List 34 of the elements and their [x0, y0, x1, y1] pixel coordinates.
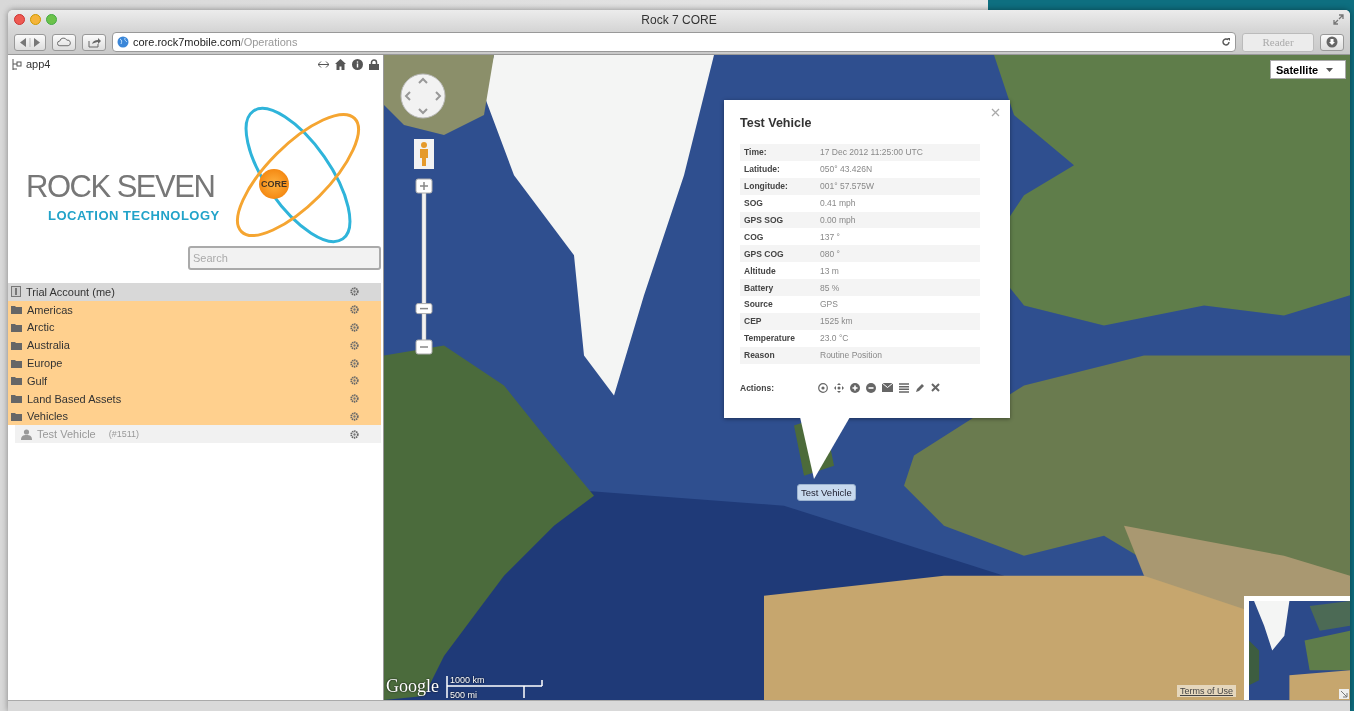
globe-icon [117, 36, 129, 48]
folder-icon [11, 305, 22, 315]
back-forward-icon [19, 37, 41, 47]
tree-item[interactable]: Australia [8, 336, 381, 355]
folder-icon [11, 323, 22, 332]
cloud-button[interactable] [52, 33, 76, 51]
downloads-button[interactable] [1320, 33, 1344, 51]
person-icon [21, 428, 32, 440]
resize-arrow-icon[interactable] [318, 60, 329, 68]
folder-icon [11, 358, 22, 368]
tree-icon [12, 58, 23, 70]
address-bar[interactable]: core.rock7mobile.com/Operations [112, 32, 1236, 52]
tree-item[interactable]: Europe [8, 354, 381, 372]
share-button[interactable] [82, 33, 106, 51]
folder-icon [11, 340, 22, 350]
share-icon [87, 36, 101, 48]
app-label: app4 [26, 58, 51, 70]
info-icon[interactable] [352, 58, 363, 70]
folder-icon [11, 376, 22, 386]
tree-item[interactable]: Trial Account (me) [8, 283, 381, 301]
close-button[interactable] [14, 14, 25, 25]
company-logo: ROCK SEVEN LOCATION TECHNOLOGY CORE [8, 73, 383, 243]
reload-icon[interactable] [1221, 37, 1231, 47]
building-icon [11, 286, 21, 298]
folder-icon [11, 394, 22, 404]
fullscreen-icon[interactable] [1333, 14, 1344, 25]
folder-icon [11, 411, 22, 421]
cloud-icon [57, 37, 71, 47]
window-title: Rock 7 CORE [641, 13, 717, 27]
download-icon [1326, 36, 1338, 48]
home-icon[interactable] [335, 58, 346, 70]
back-forward-button[interactable] [14, 33, 46, 51]
search-field[interactable]: Search [188, 246, 381, 270]
lock-icon[interactable] [369, 58, 379, 70]
